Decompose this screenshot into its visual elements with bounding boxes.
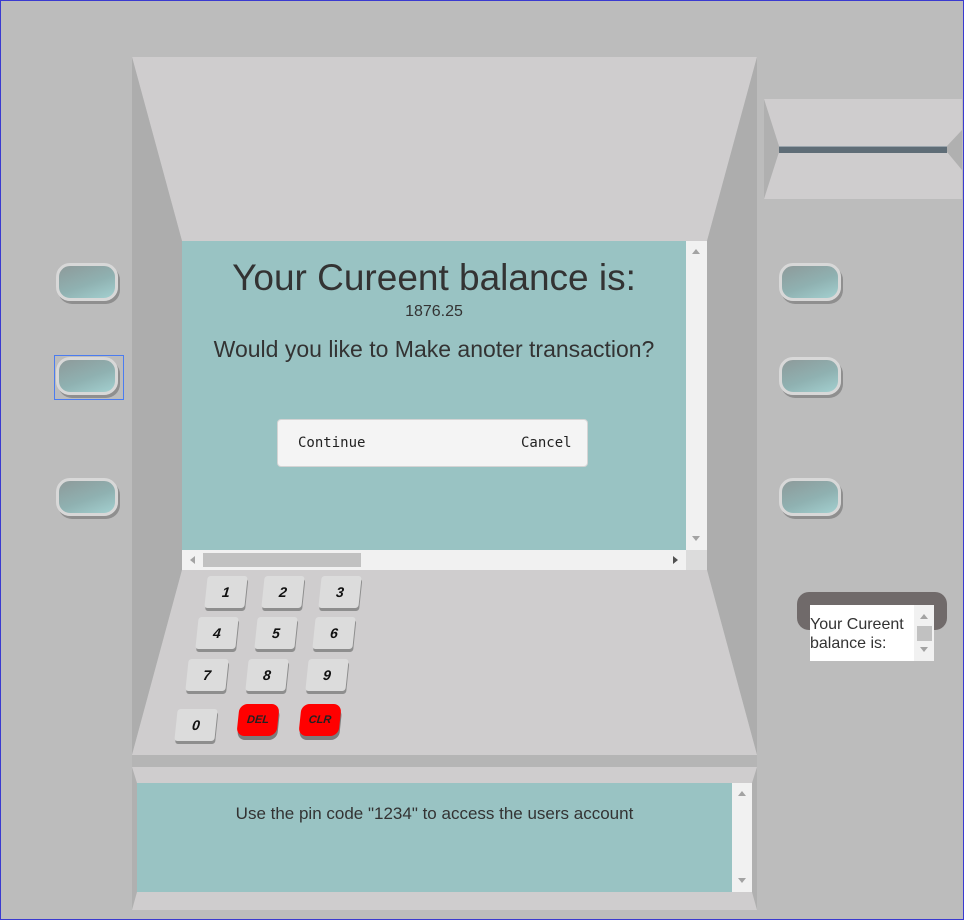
arrow-down-icon[interactable] xyxy=(738,878,746,883)
side-button-right-3[interactable] xyxy=(779,478,841,516)
continue-button[interactable]: Continue xyxy=(298,435,365,451)
scrollbar-corner xyxy=(686,550,707,570)
side-button-left-3[interactable] xyxy=(56,478,118,516)
side-button-left-1[interactable] xyxy=(56,263,118,301)
arrow-up-icon[interactable] xyxy=(738,791,746,796)
arrow-down-icon[interactable] xyxy=(692,536,700,541)
scrollbar-thumb[interactable] xyxy=(917,626,932,641)
key-1[interactable]: 1 xyxy=(204,576,248,608)
focus-outline xyxy=(54,355,124,400)
receipt-text: Your Cureent balance is: xyxy=(810,616,904,652)
key-delete[interactable]: DEL xyxy=(236,704,280,736)
key-clear[interactable]: CLR xyxy=(298,704,342,736)
screen-vertical-scrollbar[interactable] xyxy=(686,241,707,550)
key-8[interactable]: 8 xyxy=(245,659,289,691)
info-scrollbar[interactable] xyxy=(732,783,752,892)
atm-screen: Your Cureent balance is: 1876.25 Would y… xyxy=(182,241,686,550)
card-slot[interactable] xyxy=(779,146,947,153)
info-panel: Use the pin code "1234" to access the us… xyxy=(137,783,732,892)
screen-horizontal-scrollbar[interactable] xyxy=(182,550,686,570)
key-6[interactable]: 6 xyxy=(312,617,356,649)
arrow-left-icon[interactable] xyxy=(190,556,195,564)
key-4[interactable]: 4 xyxy=(195,617,239,649)
side-button-right-1[interactable] xyxy=(779,263,841,301)
arrow-right-icon[interactable] xyxy=(673,556,678,564)
balance-value: 1876.25 xyxy=(405,303,463,320)
pin-hint: Use the pin code "1234" to access the us… xyxy=(235,804,634,823)
key-7[interactable]: 7 xyxy=(185,659,229,691)
arrow-up-icon[interactable] xyxy=(920,614,928,619)
cancel-button[interactable]: Cancel xyxy=(521,435,572,451)
key-0[interactable]: 0 xyxy=(174,709,218,741)
confirm-dialog: Continue Cancel xyxy=(277,419,588,467)
side-button-right-2[interactable] xyxy=(779,357,841,395)
transaction-question: Would you like to Make anoter transactio… xyxy=(213,336,655,362)
key-2[interactable]: 2 xyxy=(261,576,305,608)
key-9[interactable]: 9 xyxy=(305,659,349,691)
scrollbar-thumb[interactable] xyxy=(203,553,361,567)
key-3[interactable]: 3 xyxy=(318,576,362,608)
arrow-down-icon[interactable] xyxy=(920,647,928,652)
key-5[interactable]: 5 xyxy=(254,617,298,649)
receipt-scrollbar[interactable] xyxy=(914,605,934,661)
balance-title: Your Cureent balance is: xyxy=(232,257,636,298)
arrow-up-icon[interactable] xyxy=(692,249,700,254)
